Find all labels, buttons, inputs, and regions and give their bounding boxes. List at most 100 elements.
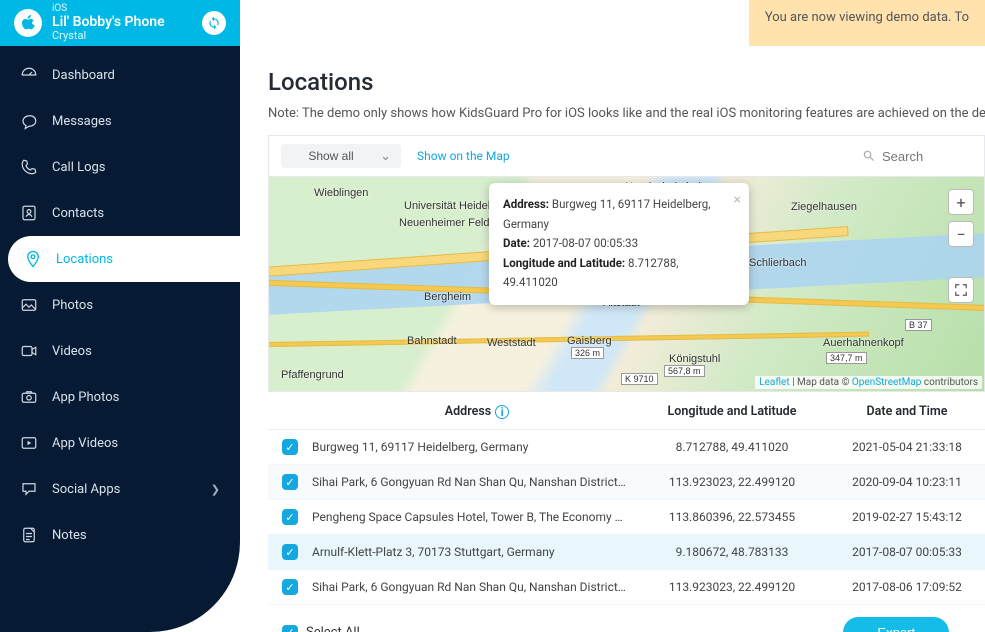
table-row[interactable]: ✓ Sihai Park, 6 Gongyuan Rd Nan Shan Qu, … — [268, 570, 985, 605]
table-header: Addressi Longitude and Latitude Date and… — [268, 392, 985, 430]
row-checkbox[interactable]: ✓ — [282, 439, 298, 455]
filter-bar: Show all Show on the Map — [268, 135, 985, 177]
search-input[interactable] — [882, 149, 972, 164]
sidebar-item-label: Notes — [52, 528, 87, 543]
map-badge: B 37 — [905, 319, 932, 331]
cell-lonlat: 9.180672, 48.783133 — [642, 545, 822, 559]
demo-banner: You are now viewing demo data. To — [749, 0, 985, 46]
device-name: Lil' Bobby's Phone — [52, 14, 165, 30]
export-button[interactable]: Export — [843, 617, 949, 632]
map-badge: 326 m — [571, 347, 604, 359]
cell-address: Sihai Park, 6 Gongyuan Rd Nan Shan Qu, N… — [312, 475, 642, 489]
sidebar-item-label: Photos — [52, 298, 93, 313]
map-place-label: Auerhahnenkopf — [823, 337, 904, 349]
notes-icon — [20, 526, 38, 544]
device-os: iOS — [52, 3, 165, 15]
search-wrap — [862, 149, 972, 164]
cell-datetime: 2020-09-04 10:23:11 — [822, 475, 985, 489]
contacts-icon — [20, 204, 38, 222]
sidebar-item-messages[interactable]: Messages — [0, 98, 240, 144]
map-place-label: Gaisberg — [567, 335, 612, 347]
sidebar-item-call-logs[interactable]: Call Logs — [0, 144, 240, 190]
sidebar-item-label: App Photos — [52, 390, 119, 405]
videos-icon — [20, 342, 38, 360]
select-all-checkbox[interactable]: ✓ — [282, 625, 298, 632]
map-place-label: Pfaffengrund — [281, 369, 344, 381]
sidebar-item-dashboard[interactable]: Dashboard — [0, 52, 240, 98]
cell-address: Arnulf-Klett-Platz 3, 70173 Stuttgart, G… — [312, 545, 642, 559]
sidebar-item-notes[interactable]: Notes — [0, 512, 240, 558]
map-badge: K 9710 — [621, 373, 658, 385]
sidebar-item-label: Videos — [52, 344, 92, 359]
sidebar-item-app-photos[interactable]: App Photos — [0, 374, 240, 420]
select-all-label: Select All — [306, 625, 360, 632]
map-place-label: Wieblingen — [314, 187, 368, 199]
messages-icon — [20, 112, 38, 130]
map-place-label: Ziegelhausen — [791, 201, 857, 213]
cell-lonlat: 8.712788, 49.411020 — [642, 440, 822, 454]
device-sub: Crystal — [52, 30, 165, 43]
cell-address: Pengheng Space Capsules Hotel, Tower B, … — [312, 510, 642, 524]
map-badge: 567,8 m — [664, 365, 705, 377]
location-icon — [24, 250, 42, 268]
sidebar-item-locations[interactable]: Locations — [8, 236, 240, 282]
page-title: Locations — [268, 68, 985, 96]
table-row[interactable]: ✓ Arnulf-Klett-Platz 3, 70173 Stuttgart, … — [268, 535, 985, 570]
map-popup: × Address: Burgweg 11, 69117 Heidelberg,… — [489, 183, 749, 305]
calls-icon — [20, 158, 38, 176]
sidebar-item-label: App Videos — [52, 436, 118, 451]
search-icon — [862, 149, 876, 163]
table-footer: ✓ Select All Export — [268, 605, 985, 632]
popup-close-icon[interactable]: × — [734, 189, 741, 213]
sidebar-item-label: Locations — [56, 252, 113, 267]
cell-lonlat: 113.923023, 22.499120 — [642, 580, 822, 594]
main-content: Locations Note: The demo only shows how … — [240, 46, 985, 632]
row-checkbox[interactable]: ✓ — [282, 579, 298, 595]
appphotos-icon — [20, 388, 38, 406]
row-checkbox[interactable]: ✓ — [282, 544, 298, 560]
sidebar: Dashboard Messages Call Logs Contacts Locati… — [0, 46, 240, 632]
sidebar-item-label: Social Apps — [52, 482, 120, 497]
info-icon[interactable]: i — [495, 405, 509, 419]
zoom-in-button[interactable]: + — [948, 189, 974, 215]
sidebar-item-label: Call Logs — [52, 160, 106, 175]
sidebar-item-social-apps[interactable]: Social Apps ❯ — [0, 466, 240, 512]
sync-button[interactable] — [202, 11, 226, 35]
map-attribution: Leaflet | Map data © OpenStreetMap contr… — [755, 376, 982, 389]
row-checkbox[interactable]: ✓ — [282, 509, 298, 525]
map-place-label: Weststadt — [487, 337, 536, 349]
sidebar-item-contacts[interactable]: Contacts — [0, 190, 240, 236]
map-place-label: Bergheim — [424, 291, 471, 303]
chevron-right-icon: ❯ — [211, 483, 220, 496]
page-note: Note: The demo only shows how KidsGuard … — [268, 106, 985, 121]
zoom-out-button[interactable]: − — [948, 221, 974, 247]
cell-lonlat: 113.923023, 22.499120 — [642, 475, 822, 489]
cell-datetime: 2017-08-06 17:09:52 — [822, 580, 985, 594]
photos-icon — [20, 296, 38, 314]
sidebar-item-videos[interactable]: Videos — [0, 328, 240, 374]
cell-datetime: 2021-05-04 21:33:18 — [822, 440, 985, 454]
table-row[interactable]: ✓ Pengheng Space Capsules Hotel, Tower B,… — [268, 500, 985, 535]
appvideos-icon — [20, 434, 38, 452]
fullscreen-button[interactable] — [948, 277, 974, 303]
filter-dropdown[interactable]: Show all — [281, 144, 401, 168]
apple-icon — [14, 9, 42, 37]
row-checkbox[interactable]: ✓ — [282, 474, 298, 490]
dashboard-icon — [20, 66, 38, 84]
cell-lonlat: 113.860396, 22.573455 — [642, 510, 822, 524]
sidebar-item-app-videos[interactable]: App Videos — [0, 420, 240, 466]
map[interactable]: WieblingenNeuenheimer FeldUniversität He… — [268, 177, 985, 392]
device-badge[interactable]: iOS Lil' Bobby's Phone Crystal — [0, 0, 240, 46]
map-badge: 347,7 m — [826, 352, 867, 364]
show-on-map-link[interactable]: Show on the Map — [417, 149, 510, 163]
table-row[interactable]: ✓ Sihai Park, 6 Gongyuan Rd Nan Shan Qu, … — [268, 465, 985, 500]
table-row[interactable]: ✓Burgweg 11, 69117 Heidelberg, Germany8.… — [268, 430, 985, 465]
sidebar-item-label: Messages — [52, 114, 112, 129]
sidebar-item-label: Contacts — [52, 206, 104, 221]
sidebar-item-label: Dashboard — [52, 68, 115, 83]
map-place-label: Bahnstadt — [407, 335, 457, 347]
cell-datetime: 2017-08-07 00:05:33 — [822, 545, 985, 559]
sidebar-item-photos[interactable]: Photos — [0, 282, 240, 328]
map-place-label: Königstuhl — [669, 353, 720, 365]
cell-address: Sihai Park, 6 Gongyuan Rd Nan Shan Qu, N… — [312, 580, 642, 594]
